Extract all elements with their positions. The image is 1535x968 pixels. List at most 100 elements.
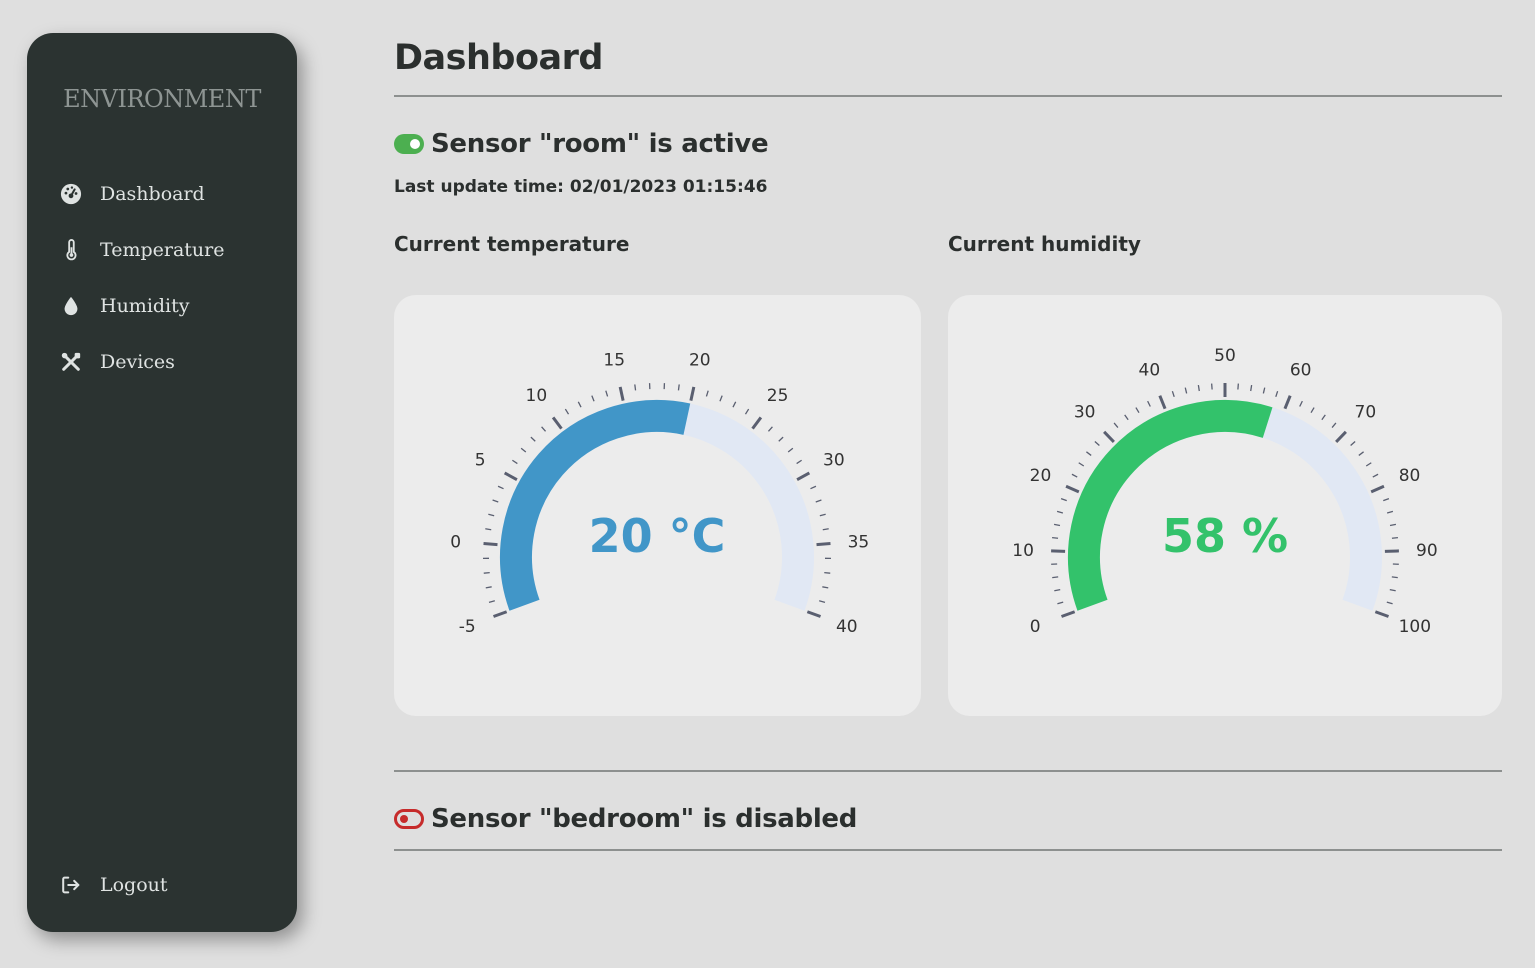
sidebar-item-temperature[interactable]: Temperature xyxy=(59,232,224,268)
major-tick xyxy=(503,471,518,482)
page-title: Dashboard xyxy=(394,38,603,78)
tick-label: 5 xyxy=(475,450,486,470)
major-tick xyxy=(751,416,763,430)
tick-label: 100 xyxy=(1399,617,1431,637)
humidity-gauge-card: 0 10 20 30 40 50 60 70 80 90 100 58 % xyxy=(948,295,1502,716)
minor-tick xyxy=(1197,384,1200,392)
sidebar-item-dashboard[interactable]: Dashboard xyxy=(59,176,205,212)
minor-tick xyxy=(796,459,802,465)
toggle-off-icon[interactable] xyxy=(394,809,424,829)
minor-tick xyxy=(1071,473,1078,478)
tick-label: 30 xyxy=(823,450,845,470)
logout-icon xyxy=(59,873,83,897)
temperature-gauge-label: Current temperature xyxy=(394,232,630,256)
minor-tick xyxy=(822,586,829,589)
major-tick xyxy=(816,542,831,547)
minor-tick xyxy=(1147,400,1151,407)
humidity-gauge-label: Current humidity xyxy=(948,232,1141,256)
minor-tick xyxy=(492,499,499,503)
minor-tick xyxy=(819,513,826,517)
tick-label: 0 xyxy=(450,532,461,552)
major-tick xyxy=(1060,610,1076,618)
minor-tick xyxy=(485,528,492,531)
tick-label: 15 xyxy=(603,351,625,371)
minor-tick xyxy=(541,426,547,432)
minor-tick xyxy=(1250,384,1253,392)
minor-tick xyxy=(530,436,536,442)
minor-tick xyxy=(497,485,504,490)
minor-tick xyxy=(824,571,831,574)
minor-tick xyxy=(1331,422,1337,428)
major-tick xyxy=(618,386,625,401)
tick-label: 90 xyxy=(1416,541,1438,561)
minor-tick xyxy=(1113,422,1119,428)
humidity-gauge: 0 10 20 30 40 50 60 70 80 90 100 58 % xyxy=(1012,346,1438,637)
sensor-room-header[interactable]: Sensor "room" is active xyxy=(394,129,769,159)
minor-tick xyxy=(605,390,609,397)
tick-label: -5 xyxy=(459,617,476,637)
minor-tick xyxy=(1310,407,1315,414)
minor-tick xyxy=(1124,414,1129,421)
minor-tick xyxy=(1358,451,1364,456)
minor-tick xyxy=(1275,390,1279,398)
sidebar-item-devices[interactable]: Devices xyxy=(59,344,175,380)
tick-label: 30 xyxy=(1074,403,1096,423)
sensor-bedroom-header[interactable]: Sensor "bedroom" is disabled xyxy=(394,804,857,834)
main-content: Dashboard Sensor "room" is active Last u… xyxy=(394,0,1502,968)
major-tick xyxy=(796,471,811,482)
title-divider xyxy=(394,95,1502,97)
minor-tick xyxy=(1171,390,1175,398)
minor-tick xyxy=(787,447,794,453)
minor-tick xyxy=(1389,588,1396,592)
minor-tick xyxy=(1372,473,1379,478)
gauge-icon xyxy=(59,182,83,206)
gauge-value-text: 58 % xyxy=(1162,509,1288,563)
tools-icon xyxy=(59,350,83,374)
tick-label: 40 xyxy=(1139,361,1161,381)
minor-tick xyxy=(767,426,773,432)
tick-label: 50 xyxy=(1214,346,1236,366)
minor-tick xyxy=(719,395,723,402)
minor-tick xyxy=(732,401,737,408)
minor-tick xyxy=(634,384,637,391)
minor-tick xyxy=(1350,440,1356,446)
minor-tick xyxy=(778,436,784,442)
last-update-time: Last update time: 02/01/2023 01:15:46 xyxy=(394,177,768,197)
major-tick xyxy=(689,386,696,401)
minor-tick xyxy=(483,571,490,574)
sidebar-item-humidity[interactable]: Humidity xyxy=(59,288,190,324)
tick-label: 60 xyxy=(1290,361,1312,381)
sidebar: ENVIRONMENT Dashboard Temperature Humidi… xyxy=(27,33,297,932)
minor-tick xyxy=(1086,451,1092,456)
minor-tick xyxy=(1184,387,1188,394)
minor-tick xyxy=(564,408,570,415)
tick-label: 35 xyxy=(848,532,870,552)
minor-tick xyxy=(705,390,709,397)
logout-button[interactable]: Logout xyxy=(59,867,168,903)
sensor-title: Sensor "bedroom" is disabled xyxy=(431,804,858,834)
minor-tick xyxy=(520,447,527,453)
minor-tick xyxy=(1053,523,1061,527)
temperature-gauge: -5 0 5 10 15 20 25 30 35 40 20 °C xyxy=(450,351,870,638)
major-tick xyxy=(1065,484,1080,494)
minor-tick xyxy=(488,600,495,603)
minor-tick xyxy=(815,499,822,503)
tick-label: 10 xyxy=(526,386,548,406)
tick-label: 20 xyxy=(1030,466,1052,486)
minor-tick xyxy=(1135,407,1140,414)
toggle-on-icon[interactable] xyxy=(394,134,424,154)
section-divider xyxy=(394,770,1502,772)
minor-tick xyxy=(1054,588,1061,592)
minor-tick xyxy=(1052,536,1059,539)
major-tick xyxy=(551,416,563,430)
minor-tick xyxy=(810,485,817,490)
major-tick xyxy=(1374,610,1390,618)
sensor-title: Sensor "room" is active xyxy=(431,129,769,159)
sidebar-item-label: Dashboard xyxy=(100,183,205,205)
major-tick xyxy=(1283,395,1292,410)
temperature-gauge-card: -5 0 5 10 15 20 25 30 35 40 20 °C xyxy=(394,295,921,716)
minor-tick xyxy=(1060,498,1067,502)
minor-tick xyxy=(677,384,680,391)
tick-label: 20 xyxy=(689,351,711,371)
tick-label: 80 xyxy=(1399,466,1421,486)
